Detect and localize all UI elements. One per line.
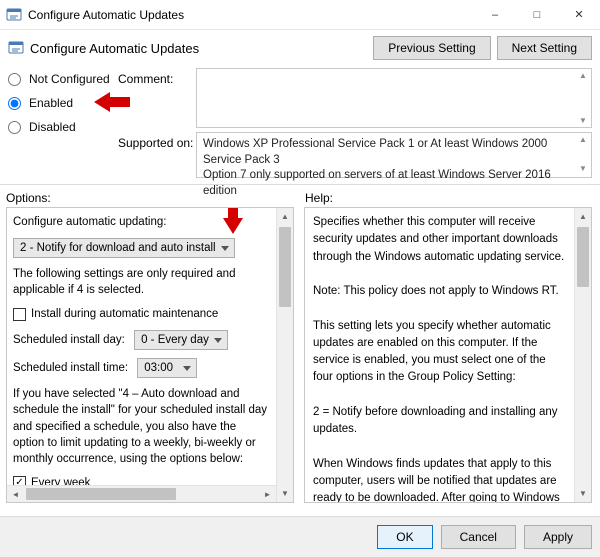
scroll-right-icon[interactable]: ► [259, 486, 276, 502]
radio-disabled[interactable]: Disabled [8, 120, 118, 134]
radio-enabled-input[interactable] [8, 97, 21, 110]
annotation-arrow-enabled [94, 92, 110, 115]
comment-scrollbar[interactable]: ▲▼ [575, 69, 591, 127]
cancel-button[interactable]: Cancel [441, 525, 516, 549]
radio-not-configured-input[interactable] [8, 73, 21, 86]
scroll-up-icon[interactable]: ▲ [277, 208, 293, 225]
radio-not-configured[interactable]: Not Configured [8, 72, 118, 86]
dialog-footer: OK Cancel Apply [0, 516, 600, 557]
options-hscroll-thumb[interactable] [26, 488, 176, 500]
schedule-note: If you have selected "4 – Auto download … [13, 386, 270, 466]
options-panel: Configure automatic updating: 2 - Notify… [6, 207, 294, 503]
maximize-button[interactable]: □ [516, 0, 558, 30]
options-content: Configure automatic updating: 2 - Notify… [7, 208, 276, 485]
help-text: Specifies whether this computer will rec… [313, 214, 566, 503]
help-content: Specifies whether this computer will rec… [305, 208, 574, 502]
install-day-dropdown[interactable]: 0 - Every day [134, 330, 228, 350]
help-vscrollbar[interactable]: ▲ ▼ [574, 208, 591, 502]
supported-on-text: Windows XP Professional Service Pack 1 o… [196, 132, 592, 178]
install-time-label: Scheduled install time: [13, 360, 128, 376]
apply-button[interactable]: Apply [524, 525, 592, 549]
policy-icon [8, 40, 24, 56]
install-day-label: Scheduled install day: [13, 332, 125, 348]
scroll-down-icon[interactable]: ▼ [277, 485, 293, 502]
options-vscrollbar[interactable]: ▲ ▼ [276, 208, 293, 502]
ok-button[interactable]: OK [377, 525, 432, 549]
supported-on-value: Windows XP Professional Service Pack 1 o… [203, 137, 571, 199]
header: Configure Automatic Updates Previous Set… [0, 30, 600, 64]
comment-textarea[interactable]: ▲▼ [196, 68, 592, 128]
comment-label: Comment: [118, 68, 196, 86]
panels: Configure automatic updating: 2 - Notify… [0, 207, 600, 503]
annotation-arrow-dropdown [223, 218, 243, 237]
radio-enabled-label: Enabled [29, 96, 73, 110]
minimize-button[interactable]: – [474, 0, 516, 30]
install-maintenance-box[interactable] [13, 308, 26, 321]
radio-disabled-label: Disabled [29, 120, 76, 134]
help-panel: Specifies whether this computer will rec… [304, 207, 592, 503]
install-maintenance-label: Install during automatic maintenance [31, 306, 218, 322]
previous-setting-button[interactable]: Previous Setting [373, 36, 490, 60]
install-maintenance-checkbox[interactable]: Install during automatic maintenance [13, 306, 270, 322]
scroll-down-icon[interactable]: ▼ [575, 485, 591, 502]
required-note: The following settings are only required… [13, 266, 270, 298]
state-and-meta: Not Configured Enabled Disabled Comment:… [0, 64, 600, 184]
title-bar: Configure Automatic Updates – □ ✕ [0, 0, 600, 30]
options-hscrollbar[interactable]: ◄ ► [7, 485, 276, 502]
window-title: Configure Automatic Updates [28, 8, 474, 22]
help-vscroll-thumb[interactable] [577, 227, 589, 287]
page-title: Configure Automatic Updates [30, 41, 367, 56]
radio-disabled-input[interactable] [8, 121, 21, 134]
app-icon [6, 7, 22, 23]
radio-not-configured-label: Not Configured [29, 72, 110, 86]
scroll-left-icon[interactable]: ◄ [7, 486, 24, 502]
install-time-dropdown[interactable]: 03:00 [137, 358, 197, 378]
options-vscroll-thumb[interactable] [279, 227, 291, 307]
scroll-up-icon[interactable]: ▲ [575, 208, 591, 225]
supported-on-label: Supported on: [118, 128, 196, 150]
supported-scrollbar[interactable]: ▲▼ [575, 133, 591, 177]
close-button[interactable]: ✕ [558, 0, 600, 30]
next-setting-button[interactable]: Next Setting [497, 36, 592, 60]
configure-updating-dropdown[interactable]: 2 - Notify for download and auto install [13, 238, 235, 258]
